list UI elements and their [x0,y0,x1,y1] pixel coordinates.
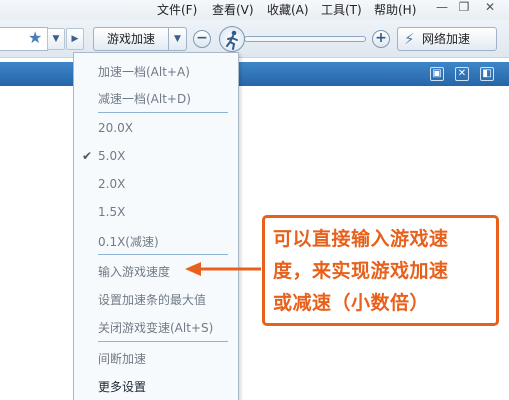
close-tab-icon[interactable]: ✕ [455,67,469,81]
chevron-down-icon[interactable]: ▼ [47,28,65,50]
menu-file[interactable]: 文件(F) [157,1,197,18]
menu-item-input-speed[interactable]: 输入游戏速度 [98,263,170,280]
menu-item-1-5x[interactable]: 1.5X [98,205,125,219]
menu-separator [98,341,228,342]
menu-item-0-1x[interactable]: 0.1X(减速) [98,233,159,250]
close-icon[interactable]: ✕ [480,0,500,16]
speed-minus-button[interactable]: − [193,30,211,48]
speed-slider-track[interactable] [244,36,366,42]
menu-bar: 文件(F) 查看(V) 收藏(A) 工具(T) 帮助(H) — ❐ ✕ [0,0,509,20]
menu-item-disable-speed[interactable]: 关闭游戏变速(Alt+S) [98,319,213,336]
menu-item-set-max[interactable]: 设置加速条的最大值 [98,291,206,308]
go-icon[interactable]: ▶ [66,28,84,50]
menu-view[interactable]: 查看(V) [212,1,254,18]
menu-separator [98,254,228,255]
menu-item-more-settings[interactable]: 更多设置 [98,378,146,395]
runner-icon[interactable] [219,26,245,52]
lightning-icon: ⚡ [404,30,415,48]
menu-item-speed-down[interactable]: 减速一档(Alt+D) [98,90,191,107]
menu-item-speed-up[interactable]: 加速一档(Alt+A) [98,63,190,80]
menu-tools[interactable]: 工具(T) [321,1,362,18]
checkmark-icon: ✔ [82,149,93,163]
restore-icon[interactable]: ❐ [454,0,474,16]
runner-glyph [226,30,238,50]
star-icon[interactable]: ★ [28,29,42,47]
menu-help[interactable]: 帮助(H) [374,1,416,18]
game-speed-menu: 加速一档(Alt+A) 减速一档(Alt+D) 20.0X ✔ 5.0X 2.0… [73,52,239,400]
callout-arrow [185,262,261,276]
minimize-icon[interactable]: — [432,0,452,16]
game-speed-label: 游戏加速 [106,32,155,46]
menu-favorites[interactable]: 收藏(A) [267,1,309,18]
annotation-callout: 可以直接输入游戏速 度，来实现游戏加速 或减速（小数倍） [262,215,499,326]
game-speed-button[interactable]: 游戏加速 ▼ [93,27,187,51]
menu-item-5x[interactable]: 5.0X [98,149,125,163]
menu-item-20x[interactable]: 20.0X [98,121,133,135]
speed-plus-button[interactable]: + [372,30,390,48]
sidebar-icon[interactable]: ◧ [480,67,494,81]
menu-separator [98,112,228,113]
network-speed-button[interactable]: ⚡ 网络加速 [397,27,497,51]
callout-line-3: 或减速（小数倍） [273,292,430,314]
window-icon[interactable]: ▣ [430,67,444,81]
callout-line-2: 度，来实现游戏加速 [273,260,449,282]
browser-window: 文件(F) 查看(V) 收藏(A) 工具(T) 帮助(H) — ❐ ✕ ★ ▼ … [0,0,509,400]
menu-item-intermittent[interactable]: 间断加速 [98,350,146,367]
menu-item-2x[interactable]: 2.0X [98,177,125,191]
callout-line-1: 可以直接输入游戏速 [273,228,449,250]
game-speed-dropdown-icon[interactable]: ▼ [168,28,186,50]
network-speed-label: 网络加速 [422,32,471,46]
